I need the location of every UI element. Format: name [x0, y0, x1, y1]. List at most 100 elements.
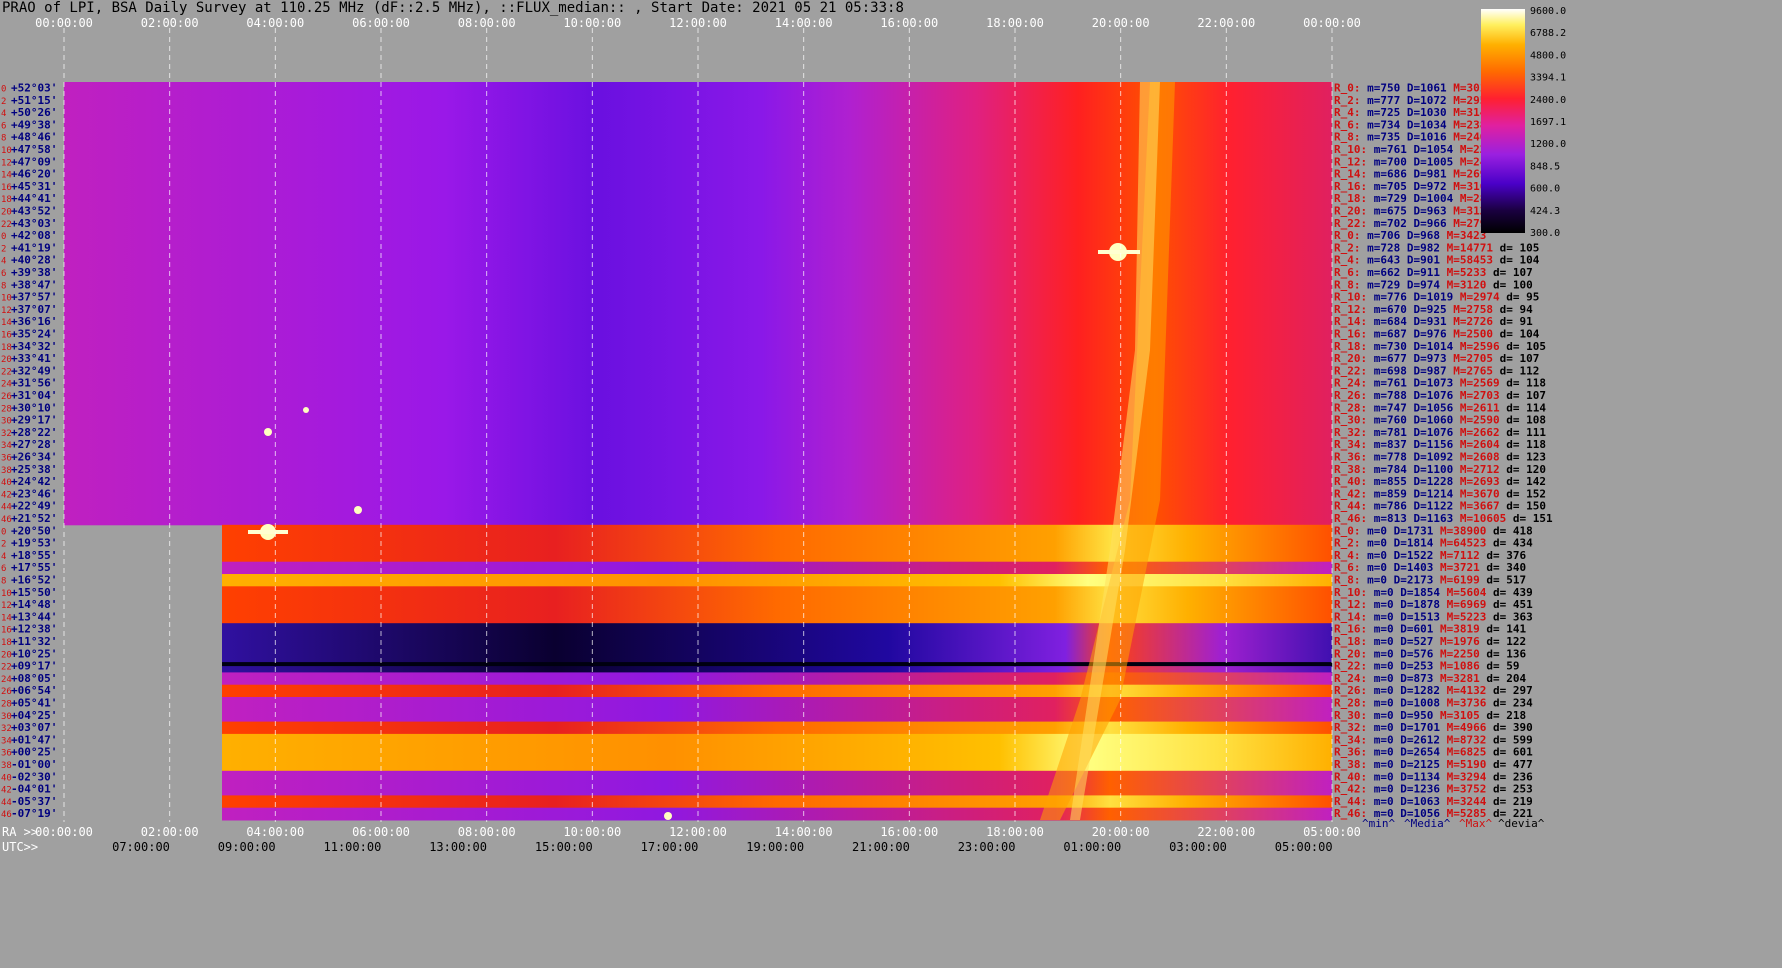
row-stats: R_8: m=0 D=2173 M=6199 d= 517 — [1334, 574, 1526, 587]
top-tick-label: 06:00:00 — [352, 16, 410, 30]
row-dec-label: +03°07' — [11, 721, 57, 734]
row-dec-label: +32°49' — [11, 364, 57, 377]
colorbar-label: 300.0 — [1530, 228, 1560, 239]
colorbar-label: 1697.1 — [1530, 117, 1566, 128]
row-dec-label: +51°15' — [11, 94, 57, 107]
heatmap-row — [222, 746, 1332, 759]
heatmap-row — [222, 662, 1332, 667]
row-dec-label: +45°31' — [11, 180, 57, 193]
heatmap-row — [222, 574, 1332, 587]
row-dec-label: +22°49' — [11, 500, 57, 513]
legend-devia: ^devia^ — [1498, 817, 1545, 830]
point-source — [354, 506, 362, 514]
row-dec-label: +30°10' — [11, 401, 57, 414]
row-stats: R_16: m=0 D=601 M=3819 d= 141 — [1334, 623, 1526, 636]
utc-tick-label: 23:00:00 — [958, 840, 1016, 854]
row-stats: R_36: m=778 D=1092 M=2608 d= 123 — [1334, 451, 1546, 464]
row-stats: R_14: m=686 D=981 M=269 — [1334, 168, 1486, 181]
row-dec-label: +40°28' — [11, 254, 57, 267]
colorbar-label: 4800.0 — [1530, 50, 1566, 61]
row-stats: R_40: m=0 D=1134 M=3294 d= 236 — [1334, 770, 1533, 783]
row-stats: R_30: m=760 D=1060 M=2590 d= 108 — [1334, 414, 1546, 427]
row-stats: R_16: m=687 D=976 M=2500 d= 104 — [1334, 328, 1540, 341]
row-dec-label: +36°16' — [11, 315, 57, 328]
row-stats: R_20: m=675 D=963 M=312 — [1334, 205, 1486, 218]
row-stats: R_44: m=0 D=1063 M=3244 d= 219 — [1334, 795, 1533, 808]
row-stats: R_34: m=0 D=2612 M=8732 d= 599 — [1334, 733, 1533, 746]
row-stats: R_32: m=0 D=1701 M=4966 d= 390 — [1334, 721, 1533, 734]
row-stats: R_40: m=855 D=1228 M=2693 d= 142 — [1334, 475, 1546, 488]
row-labels: 0 +52°03' 2 +51°15' 4 +50°26' 6 +49°38' 8 +48°46'… — [1, 82, 57, 821]
row-dec-label: +48°46' — [11, 131, 57, 144]
row-dec-label: +18°55' — [11, 549, 57, 562]
row-dec-label: +24°42' — [11, 475, 57, 488]
heatmap-row — [222, 647, 1332, 661]
row-dec-label: -01°00' — [11, 758, 57, 771]
heatmap-row — [222, 758, 1332, 772]
top-tick-label: 12:00:00 — [669, 16, 727, 30]
row-stats: R_28: m=0 D=1008 M=3736 d= 234 — [1334, 697, 1533, 710]
row-stats: R_30: m=0 D=950 M=3105 d= 218 — [1334, 709, 1526, 722]
row-stats: R_4: m=725 D=1030 M=314 — [1334, 106, 1487, 119]
row-dec-label: +43°52' — [11, 205, 57, 218]
row-dec-label: +16°52' — [11, 574, 57, 587]
heatmap-row — [222, 549, 1332, 563]
top-tick-label: 08:00:00 — [458, 16, 516, 30]
row-dec-label: +50°26' — [11, 106, 57, 119]
row-dec-label: +17°55' — [11, 561, 57, 574]
utc-tick-label: 21:00:00 — [852, 840, 910, 854]
row-dec-label: +43°03' — [11, 217, 57, 230]
row-stats: R_46: m=813 D=1163 M=10605 d= 151 — [1334, 512, 1553, 525]
utc-tick-label: 01:00:00 — [1063, 840, 1121, 854]
row-dec-label: +47°58' — [11, 143, 57, 156]
ra-tick-label: 18:00:00 — [986, 825, 1044, 839]
row-dec-label: +15°50' — [11, 586, 57, 599]
row-stats: R_14: m=684 D=931 M=2726 d= 91 — [1334, 315, 1533, 328]
row-dec-label: +05°41' — [11, 697, 57, 710]
row-stats: R_10: m=761 D=1054 M=22 — [1334, 143, 1486, 156]
row-stats: R_24: m=0 D=873 M=3281 d= 204 — [1334, 672, 1526, 685]
top-tick-label: 02:00:00 — [141, 16, 199, 30]
utc-tick-label: 03:00:00 — [1169, 840, 1227, 854]
row-dec-label: +11°32' — [11, 635, 57, 648]
top-tick-label: 16:00:00 — [880, 16, 938, 30]
row-stats: R_2: m=728 D=982 M=14771 d= 105 — [1334, 241, 1539, 254]
utc-tick-label: 11:00:00 — [324, 840, 382, 854]
row-stats: R_22: m=698 D=987 M=2765 d= 112 — [1334, 364, 1539, 377]
colorbar-label: 9600.0 — [1530, 6, 1566, 17]
colorbar: 9600.0 6788.2 4800.0 3394.1 2400.0 1697.1 1200… — [1481, 6, 1566, 239]
row-dec-label: +23°46' — [11, 487, 57, 500]
legend-median: ^Media^ — [1404, 817, 1451, 830]
heatmap-row — [222, 721, 1332, 735]
row-stats: R_42: m=859 D=1214 M=3670 d= 152 — [1334, 487, 1546, 500]
row-stats: R_26: m=788 D=1076 M=2703 d= 107 — [1334, 389, 1546, 402]
row-dec-label: +14°48' — [11, 598, 57, 611]
row-dec-label: +39°38' — [11, 266, 57, 279]
utc-tick-label: 15:00:00 — [535, 840, 593, 854]
row-stats: R_12: m=700 D=1005 M=24 — [1334, 155, 1487, 168]
legend-max: ^Max^ — [1459, 817, 1492, 830]
ra-tick-label: 08:00:00 — [458, 825, 516, 839]
row-stats: R_42: m=0 D=1236 M=3752 d= 253 — [1334, 783, 1533, 796]
row-stats: R_4: m=0 D=1522 M=7112 d= 376 — [1334, 549, 1526, 562]
row-stats: R_0: m=706 D=968 M=3423 — [1334, 229, 1486, 242]
utc-tick-label: 13:00:00 — [429, 840, 487, 854]
row-index-label: 8 — [1, 134, 6, 144]
heatmap-row — [222, 660, 1332, 673]
row-dec-label: +35°24' — [11, 328, 57, 341]
row-dec-label: +37°57' — [11, 291, 57, 304]
heatmap-row — [222, 709, 1332, 723]
heatmap-row — [222, 537, 1332, 550]
row-stats: R_22: m=0 D=253 M=1086 d= 59 — [1334, 660, 1519, 673]
row-dec-label: +21°52' — [11, 512, 57, 525]
row-dec-label: +25°38' — [11, 463, 57, 476]
heatmap-row — [222, 733, 1332, 747]
row-stats: R_18: m=729 D=1004 M=28 — [1334, 192, 1486, 205]
row-dec-label: +00°25' — [11, 746, 57, 759]
row-stats: R_2: m=777 D=1072 M=295 — [1334, 94, 1486, 107]
spectrogram-chart: 00:00:00 02:00:00 04:00:00 06:00:00 08:00:00… — [1, 6, 1566, 854]
row-stats: R_18: m=0 D=527 M=1976 d= 122 — [1334, 635, 1526, 648]
heatmap-row — [222, 783, 1332, 796]
row-dec-label: -05°37' — [11, 795, 57, 808]
ra-tick-label: 20:00:00 — [1092, 825, 1150, 839]
